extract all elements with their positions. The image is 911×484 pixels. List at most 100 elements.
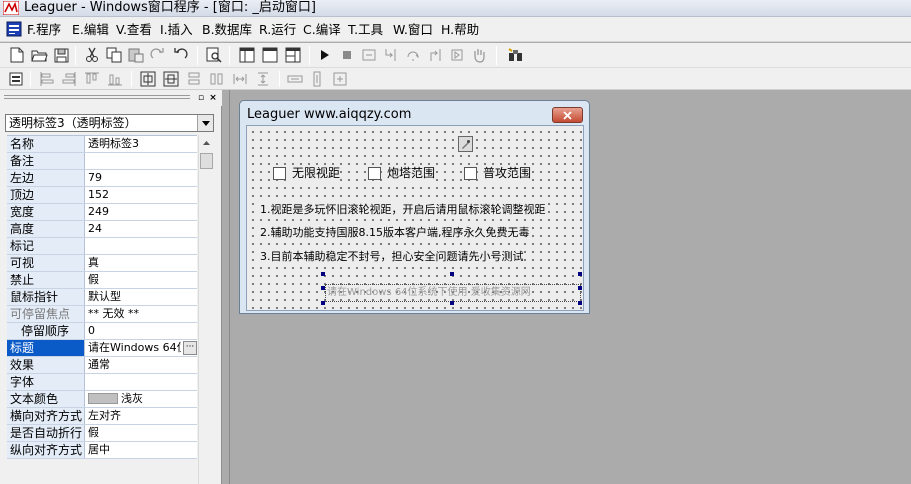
cut-icon[interactable]	[82, 45, 102, 65]
menu-window[interactable]: W.窗口	[393, 17, 433, 42]
property-value[interactable]: 通常	[86, 357, 197, 373]
center-horizontal-icon[interactable]	[138, 69, 158, 89]
same-height-icon[interactable]	[207, 69, 227, 89]
step-icon[interactable]	[359, 45, 379, 65]
menu-edit[interactable]: E.编辑	[72, 17, 109, 42]
property-value[interactable]: 79	[86, 170, 197, 186]
resize-handle[interactable]	[578, 272, 582, 276]
menu-insert[interactable]: I.插入	[160, 17, 193, 42]
property-row[interactable]: 宽度 249	[7, 204, 197, 221]
property-value[interactable]: 真	[86, 255, 197, 271]
checkbox-box[interactable]	[368, 166, 381, 180]
property-scrollbar[interactable]	[198, 135, 213, 484]
size-icon[interactable]	[330, 69, 350, 89]
form-window[interactable]: Leaguer www.aiqqzy.com 无限视距 炮塔范围 普攻范围 1.…	[239, 100, 590, 314]
property-row[interactable]: 备注	[7, 153, 197, 170]
open-folder-icon[interactable]	[29, 45, 49, 65]
property-value[interactable]: 24	[86, 221, 197, 237]
property-row[interactable]: 可停留焦点 ** 无效 **	[7, 306, 197, 323]
run-to-cursor-icon[interactable]	[447, 45, 467, 65]
step-out-icon[interactable]	[425, 45, 445, 65]
property-value[interactable]: 152	[86, 187, 197, 203]
align-left-icon[interactable]	[37, 69, 57, 89]
property-row[interactable]: 可视真	[7, 255, 197, 272]
vertical-size-icon[interactable]	[307, 69, 327, 89]
property-value[interactable]: 假	[86, 272, 197, 288]
property-row[interactable]: 停留顺序 0	[7, 323, 197, 340]
property-row[interactable]: 纵向对齐方式 居中	[7, 442, 197, 459]
checkbox-box[interactable]	[464, 166, 477, 180]
panel-grip[interactable]	[4, 95, 190, 96]
property-value[interactable]	[86, 238, 197, 254]
ellipsis-button[interactable]: ···	[183, 341, 197, 355]
new-file-icon[interactable]	[7, 45, 27, 65]
property-row[interactable]: 高度 24	[7, 221, 197, 238]
document-menu-icon[interactable]	[6, 21, 22, 37]
form-icon[interactable]	[6, 69, 26, 89]
redo-icon[interactable]	[148, 45, 168, 65]
save-icon[interactable]	[51, 45, 71, 65]
property-value[interactable]: 居中	[86, 442, 197, 458]
resize-handle[interactable]	[450, 272, 454, 276]
menu-tools[interactable]: T.工具	[348, 17, 383, 42]
align-right-icon[interactable]	[59, 69, 79, 89]
property-value[interactable]: 左对齐	[86, 408, 197, 424]
checkbox-unlimited-view[interactable]: 无限视距	[273, 165, 341, 181]
checkbox-turret-range[interactable]: 炮塔范围	[368, 165, 436, 181]
horizontal-size-icon[interactable]	[285, 69, 305, 89]
resize-handle[interactable]	[321, 301, 325, 305]
hand-icon[interactable]	[469, 45, 489, 65]
property-value[interactable]: 透明标签3	[86, 136, 197, 152]
resize-handle[interactable]	[578, 301, 582, 305]
property-row[interactable]: 字体	[7, 374, 197, 391]
resize-handle[interactable]	[321, 272, 325, 276]
form-client-area[interactable]: 无限视距 炮塔范围 普攻范围 1.视距是多玩怀旧滚轮视距，开启后请用鼠标滚轮调整…	[246, 125, 584, 311]
property-row[interactable]: 左边 79	[7, 170, 197, 187]
step-into-icon[interactable]	[381, 45, 401, 65]
property-row[interactable]: 顶边 152	[7, 187, 197, 204]
transparent-label-selected[interactable]: 请在Windows 64位系统下使用 爱收集资源网	[325, 284, 581, 302]
copy-icon[interactable]	[104, 45, 124, 65]
menu-run[interactable]: R.运行	[259, 17, 296, 42]
find-icon[interactable]	[204, 45, 224, 65]
center-vertical-icon[interactable]	[161, 69, 181, 89]
property-value[interactable]: ** 无效 **	[86, 306, 197, 322]
checkbox-box[interactable]	[273, 166, 286, 180]
resize-handle[interactable]	[321, 286, 325, 290]
pin-icon[interactable]: ▫	[196, 93, 206, 103]
align-bottom-icon[interactable]	[105, 69, 125, 89]
component-selector[interactable]: 透明标签3（透明标签）	[5, 114, 214, 132]
property-value[interactable]	[86, 374, 197, 390]
stop-icon[interactable]	[337, 45, 357, 65]
menu-database[interactable]: B.数据库	[202, 17, 252, 42]
property-row[interactable]: 标记	[7, 238, 197, 255]
spacing-horizontal-icon[interactable]	[230, 69, 250, 89]
panel-grip[interactable]	[4, 98, 190, 99]
run-icon[interactable]	[315, 45, 335, 65]
picture-box-icon[interactable]	[458, 136, 473, 152]
property-row[interactable]: 禁止假	[7, 272, 197, 289]
step-over-icon[interactable]	[403, 45, 423, 65]
close-icon[interactable]	[552, 107, 583, 123]
property-value[interactable]: 249	[86, 204, 197, 220]
menu-help[interactable]: H.帮助	[441, 17, 479, 42]
resize-handle[interactable]	[578, 286, 582, 290]
property-row-selected[interactable]: 标题 请在Windows 64位 ···	[7, 340, 197, 357]
property-row[interactable]: 文本颜色 浅灰	[7, 391, 197, 408]
property-row[interactable]: 名称 透明标签3	[7, 136, 197, 153]
property-row[interactable]: 是否自动折行假	[7, 425, 197, 442]
property-value[interactable]	[86, 153, 197, 169]
property-row[interactable]: 鼠标指针 默认型	[7, 289, 197, 306]
property-value-color[interactable]: 浅灰	[86, 391, 197, 407]
property-row[interactable]: 横向对齐方式 左对齐	[7, 408, 197, 425]
paste-icon[interactable]	[126, 45, 146, 65]
binoculars-icon[interactable]	[505, 45, 525, 65]
menu-program[interactable]: F.程序	[27, 17, 61, 42]
property-value[interactable]: 假	[86, 425, 197, 441]
property-value[interactable]: 0	[86, 323, 197, 339]
close-icon[interactable]: ×	[208, 93, 218, 103]
spacing-vertical-icon[interactable]	[253, 69, 273, 89]
layout-full-icon[interactable]	[260, 45, 280, 65]
scrollbar-thumb[interactable]	[200, 153, 213, 169]
scroll-up-icon[interactable]	[199, 135, 214, 150]
